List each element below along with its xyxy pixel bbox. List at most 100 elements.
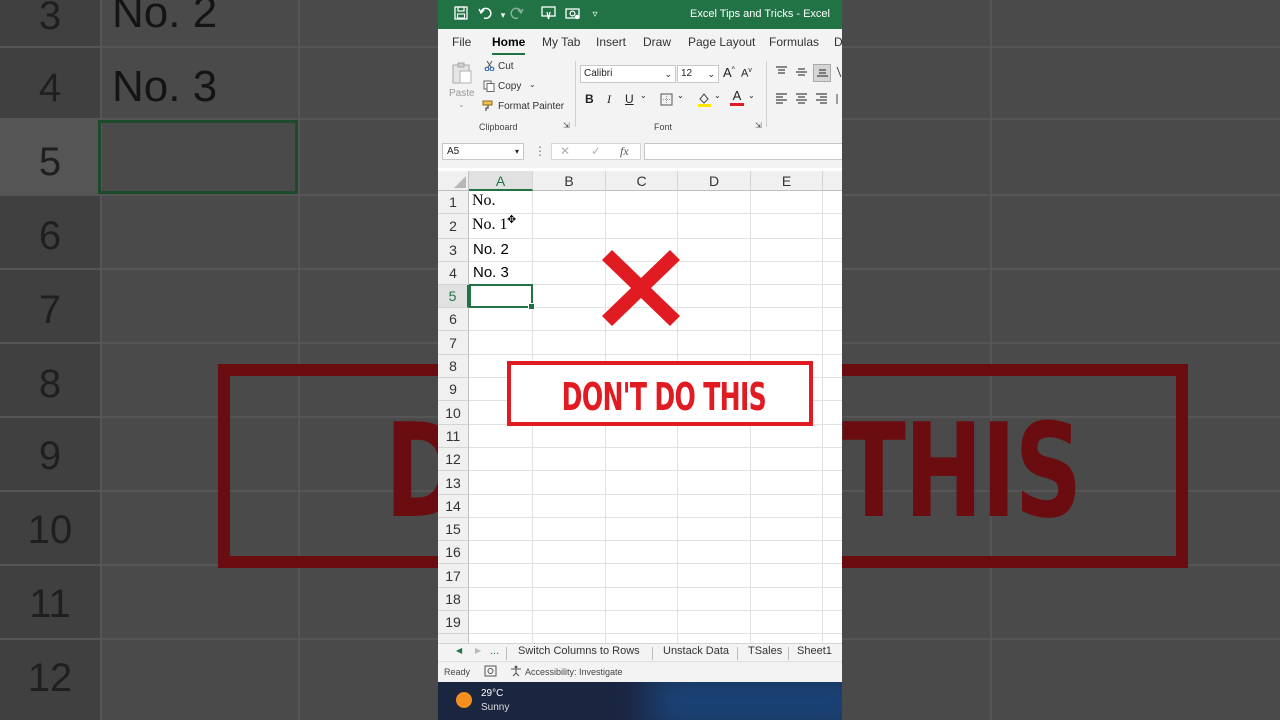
font-color-dropdown-icon[interactable]: ⌄: [748, 91, 755, 100]
cell-a2[interactable]: No. 1: [472, 216, 508, 234]
cell-a4[interactable]: No. 3: [473, 264, 509, 281]
customize-toolbar-icon[interactable]: ▿: [586, 6, 604, 24]
underline-button[interactable]: U: [625, 92, 634, 106]
row-header-6[interactable]: 6: [438, 308, 469, 331]
cancel-icon[interactable]: ✕: [560, 144, 570, 158]
touch-mode-icon[interactable]: [539, 6, 557, 24]
select-all-button[interactable]: [438, 171, 469, 191]
font-name-select[interactable]: Calibri ⌄: [580, 65, 676, 83]
align-top-icon[interactable]: [775, 66, 788, 81]
row-header-2[interactable]: 2: [438, 214, 469, 239]
copy-button[interactable]: Copy: [498, 81, 521, 92]
enter-icon[interactable]: ✓: [591, 144, 601, 158]
copy-dropdown-icon[interactable]: ⌄: [529, 80, 536, 89]
font-size-select[interactable]: 12 ⌄: [677, 65, 719, 83]
borders-icon[interactable]: [660, 93, 673, 109]
cut-button[interactable]: Cut: [498, 61, 514, 72]
paste-label[interactable]: Paste: [449, 88, 475, 99]
row-header-11[interactable]: 11: [438, 425, 469, 448]
copy-icon[interactable]: [483, 80, 495, 95]
align-middle-icon[interactable]: [795, 66, 808, 81]
row-header-9[interactable]: 9: [438, 378, 469, 401]
row-header-10[interactable]: 10: [438, 401, 469, 425]
row-header-5[interactable]: 5: [438, 285, 469, 308]
insert-function-icon[interactable]: fx: [620, 144, 629, 159]
tab-page-layout[interactable]: Page Layout: [688, 35, 755, 49]
cell-a3[interactable]: No. 2: [473, 241, 509, 258]
align-center-icon[interactable]: [795, 93, 808, 108]
row-header-4[interactable]: 4: [438, 262, 469, 285]
name-box[interactable]: A5 ▾: [442, 143, 524, 160]
indent-icon-cut[interactable]: [836, 93, 842, 108]
tab-home[interactable]: Home: [492, 35, 526, 55]
row-header-14[interactable]: 14: [438, 495, 469, 518]
active-cell-a5[interactable]: [469, 284, 535, 310]
borders-dropdown-icon[interactable]: ⌄: [677, 91, 684, 100]
sheet-tab-unstack-data[interactable]: Unstack Data: [663, 645, 729, 657]
save-icon[interactable]: [452, 6, 470, 24]
row-header-16[interactable]: 16: [438, 541, 469, 564]
tab-insert[interactable]: Insert: [596, 35, 626, 49]
cut-icon[interactable]: [484, 60, 495, 74]
align-right-icon[interactable]: [815, 93, 828, 108]
column-header-b[interactable]: B: [533, 171, 606, 191]
accessibility-status[interactable]: Accessibility: Investigate: [525, 667, 623, 677]
sheet-tab-sheet1[interactable]: Sheet1: [797, 645, 832, 657]
sheet-tab-switch-columns[interactable]: Switch Columns to Rows: [518, 645, 640, 657]
align-bottom-icon[interactable]: [813, 64, 831, 82]
row-header-3[interactable]: 3: [438, 239, 469, 262]
row-header-13[interactable]: 13: [438, 471, 469, 495]
name-box-dropdown-icon[interactable]: ▾: [515, 144, 519, 159]
font-launcher-icon[interactable]: ⇲: [755, 121, 762, 130]
row-header-15[interactable]: 15: [438, 518, 469, 541]
row-header-17[interactable]: 17: [438, 564, 469, 588]
row-header-7[interactable]: 7: [438, 331, 469, 355]
column-header-d[interactable]: D: [678, 171, 751, 191]
formula-input[interactable]: [644, 143, 842, 160]
fill-color-dropdown-icon[interactable]: ⌄: [714, 91, 721, 100]
format-painter-button[interactable]: Format Painter: [498, 101, 564, 112]
paste-dropdown-icon[interactable]: ⌄: [458, 100, 465, 109]
font-color-button[interactable]: A: [730, 89, 744, 106]
tab-draw[interactable]: Draw: [643, 35, 671, 49]
row-header-cut[interactable]: [438, 634, 469, 643]
orientation-icon-cut[interactable]: [836, 66, 842, 81]
accessibility-icon[interactable]: [510, 665, 522, 679]
sunny-weather-icon[interactable]: [456, 692, 472, 708]
tab-formulas[interactable]: Formulas: [769, 35, 819, 49]
tab-data-cut[interactable]: D: [834, 35, 842, 49]
row-header-8[interactable]: 8: [438, 355, 469, 378]
paste-icon[interactable]: [450, 61, 474, 88]
camera-icon[interactable]: [563, 6, 581, 24]
macro-record-icon[interactable]: [484, 665, 497, 679]
redo-icon[interactable]: [508, 6, 526, 24]
cell-a1[interactable]: No.: [472, 192, 496, 210]
align-left-icon[interactable]: [775, 93, 788, 108]
weather-temperature[interactable]: 29°C: [481, 688, 503, 699]
scroll-tabs-right-icon[interactable]: ▶: [475, 646, 481, 655]
row-header-19[interactable]: 19: [438, 611, 469, 634]
column-header-e[interactable]: E: [751, 171, 823, 191]
bold-button[interactable]: B: [585, 92, 594, 106]
column-header-f-cut[interactable]: [823, 171, 842, 191]
tab-file[interactable]: File: [452, 35, 471, 49]
undo-icon[interactable]: [476, 6, 494, 24]
format-painter-icon[interactable]: [482, 100, 495, 115]
italic-button[interactable]: I: [607, 92, 611, 107]
fill-color-icon[interactable]: [697, 92, 712, 110]
weather-condition[interactable]: Sunny: [481, 702, 509, 713]
font-size-dropdown-icon[interactable]: ⌄: [707, 66, 715, 82]
tab-my-tab[interactable]: My Tab: [542, 35, 580, 49]
column-header-a[interactable]: A: [469, 171, 533, 191]
row-header-12[interactable]: 12: [438, 448, 469, 471]
underline-dropdown-icon[interactable]: ⌄: [640, 91, 647, 100]
more-sheets-button[interactable]: ...: [490, 645, 499, 657]
row-header-1[interactable]: 1: [438, 191, 469, 214]
shrink-font-button[interactable]: Av: [741, 67, 752, 80]
sheet-tab-tsales[interactable]: TSales: [748, 645, 782, 657]
column-header-c[interactable]: C: [606, 171, 678, 191]
scroll-tabs-left-icon[interactable]: ◀: [456, 646, 462, 655]
font-name-dropdown-icon[interactable]: ⌄: [664, 66, 672, 82]
clipboard-launcher-icon[interactable]: ⇲: [563, 121, 570, 130]
grow-font-button[interactable]: A^: [723, 65, 735, 80]
